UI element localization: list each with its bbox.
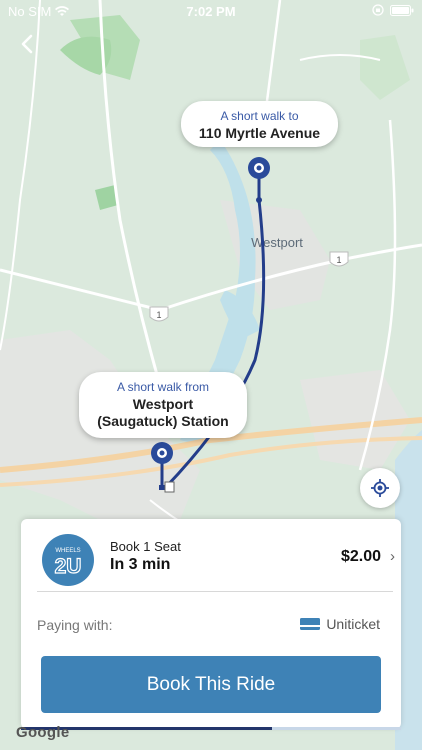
destination-callout: A short walk to 110 Myrtle Avenue — [181, 101, 338, 147]
back-button[interactable] — [14, 30, 42, 58]
wheels2u-logo: WHEELS 2U — [41, 533, 95, 587]
route-badge-1-east: 1 — [329, 251, 349, 267]
origin-callout: A short walk from Westport (Saugatuck) S… — [79, 372, 247, 438]
booking-progress-bar — [21, 727, 401, 730]
destination-subtitle: A short walk to — [220, 109, 299, 123]
logo-text-top: WHEELS — [55, 548, 80, 554]
svg-text:1: 1 — [336, 255, 341, 265]
paying-with-label: Paying with: — [37, 617, 113, 633]
origin-title-line2: (Saugatuck) Station — [97, 413, 229, 429]
fare-price[interactable]: $2.00 — [341, 548, 381, 566]
orientation-lock-icon — [372, 4, 384, 16]
battery-icon — [390, 4, 414, 16]
svg-text:1: 1 — [156, 310, 161, 320]
status-bar: No SIM 7:02 PM — [0, 0, 422, 22]
eta-label: In 3 min — [110, 556, 171, 573]
crosshair-icon — [371, 479, 389, 497]
google-attribution: Google — [16, 724, 70, 741]
destination-title: 110 Myrtle Avenue — [198, 125, 321, 141]
origin-title: Westport (Saugatuck) Station — [95, 396, 231, 430]
divider — [37, 591, 393, 592]
status-right — [372, 4, 414, 16]
ticket-card-icon — [300, 618, 321, 630]
chevron-left-icon — [21, 34, 33, 54]
origin-title-line1: Westport — [132, 396, 194, 412]
payment-method-selector[interactable]: Uniticket — [300, 616, 380, 632]
city-label: Westport — [251, 235, 303, 250]
origin-subtitle: A short walk from — [116, 380, 210, 394]
logo-text-main: 2U — [55, 555, 82, 578]
chevron-right-icon[interactable]: › — [390, 548, 395, 565]
ride-booking-card: WHEELS 2U Book 1 Seat In 3 min $2.00 › P… — [21, 519, 401, 729]
my-location-button[interactable] — [360, 468, 400, 508]
payment-method-label: Uniticket — [326, 616, 380, 632]
book-ride-button[interactable]: Book This Ride — [41, 656, 381, 713]
route-badge-1: 1 — [149, 306, 169, 322]
status-time: 7:02 PM — [186, 4, 236, 19]
seat-label: Book 1 Seat — [110, 539, 181, 554]
